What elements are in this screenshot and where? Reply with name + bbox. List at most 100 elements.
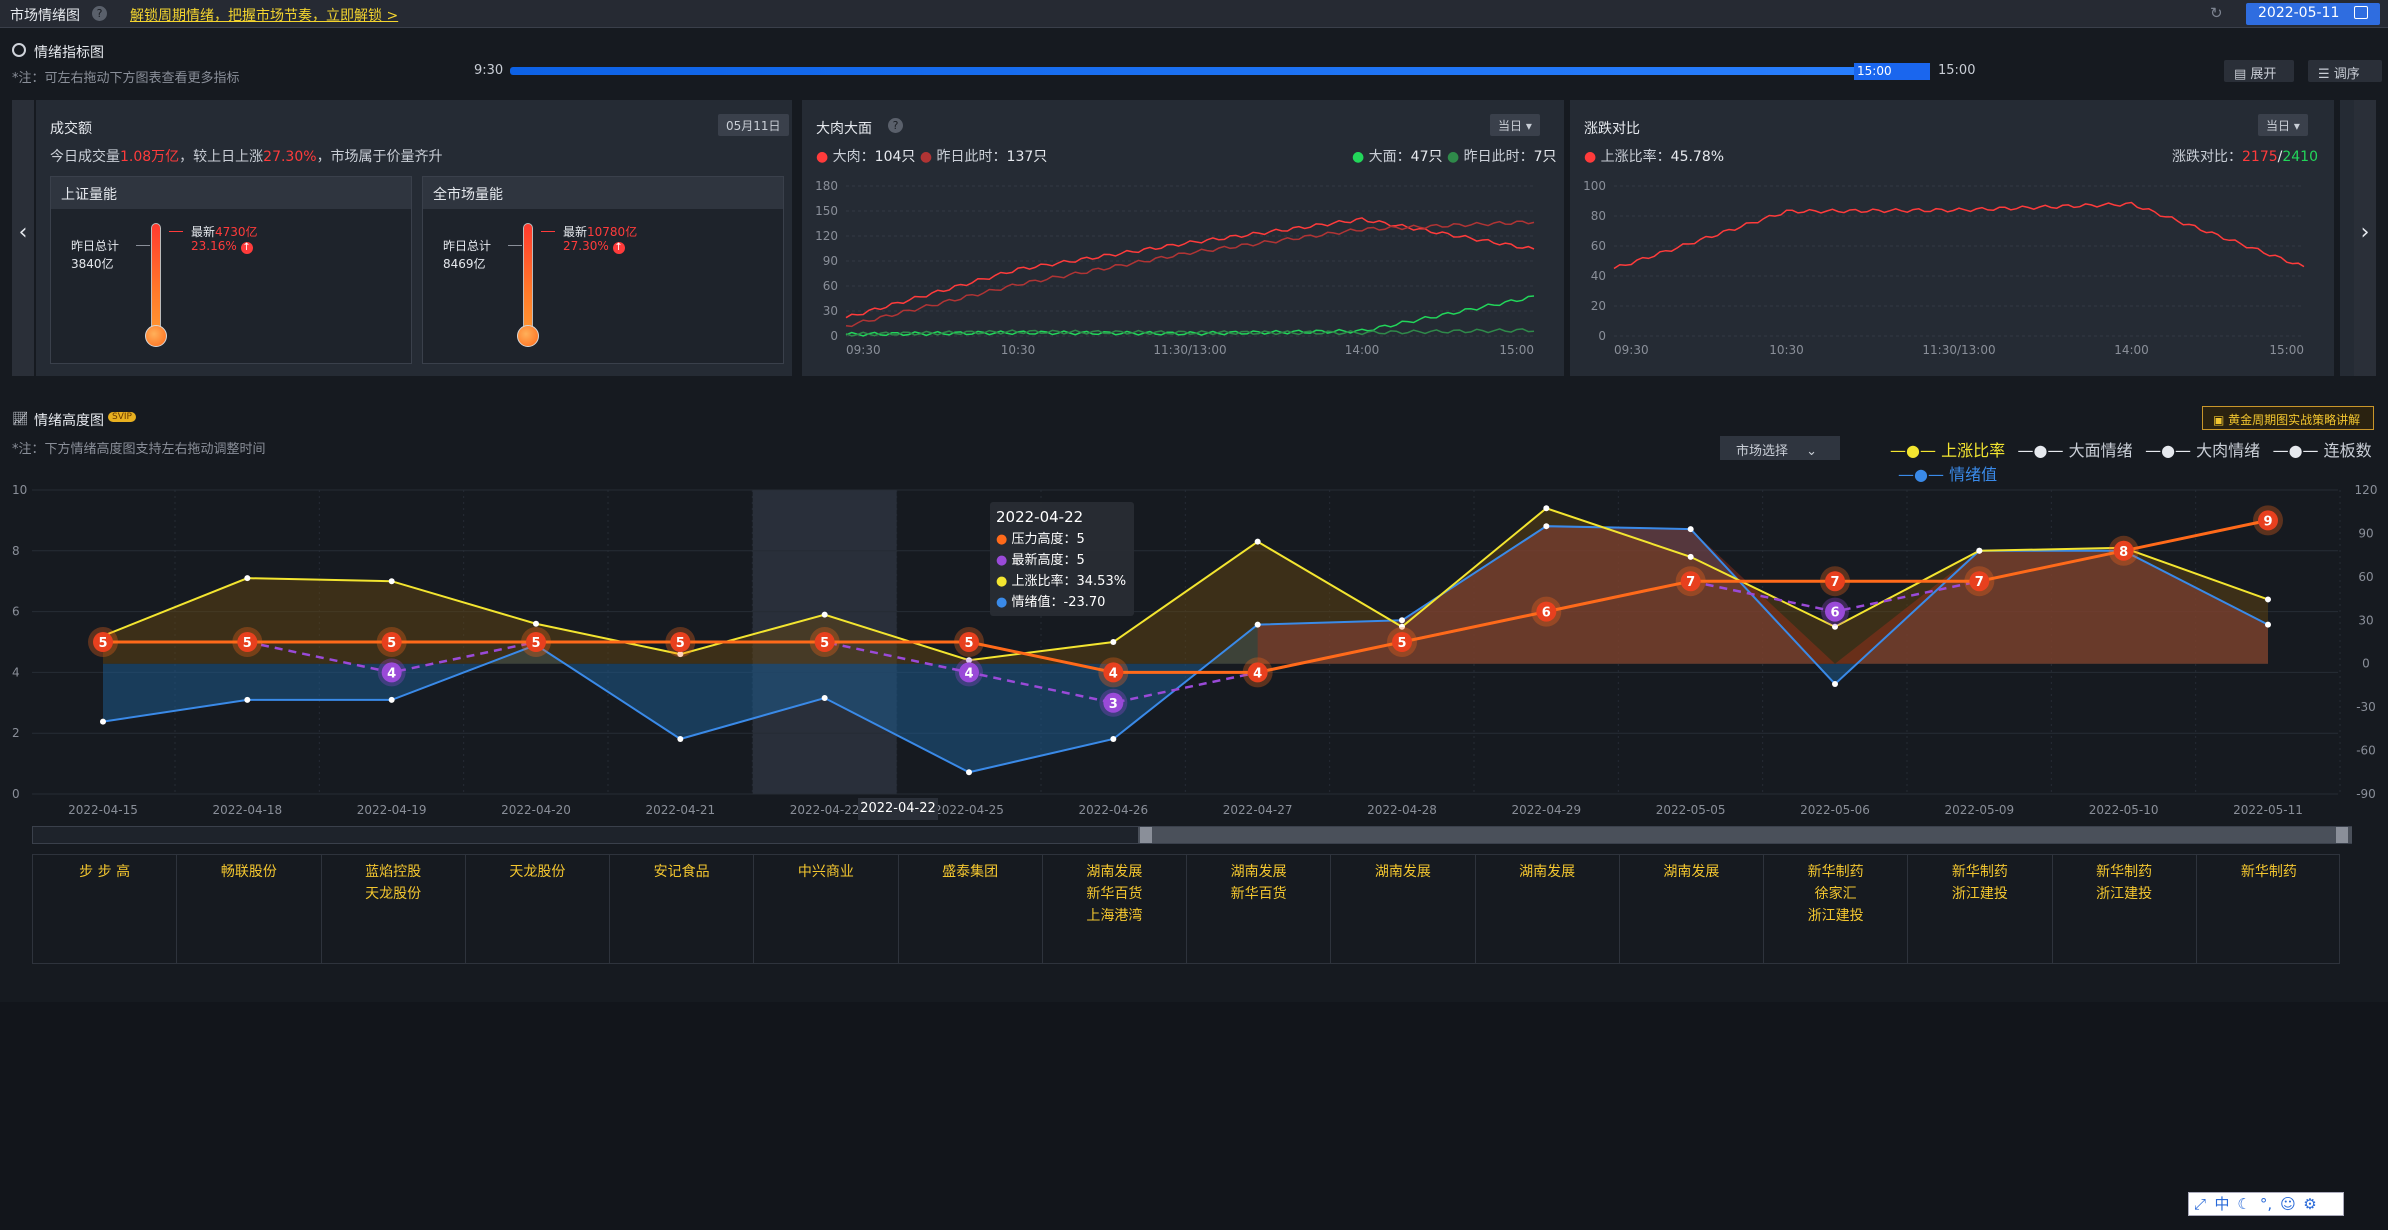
height-chart: 10 8 6 4 2 0 120 90 60 30 0 -30 -60 -90 2022-04-15 2022… [12, 483, 2377, 816]
stock-name[interactable]: 天龙股份 [322, 883, 465, 905]
stock-name[interactable]: 安记食品 [610, 861, 753, 883]
moon-icon[interactable]: ☾ [2233, 1193, 2255, 1215]
meat-prev-label: 昨日此时： [936, 149, 1007, 165]
stock-name[interactable]: 湖南发展 [1331, 861, 1474, 883]
tooltip-value: 5 [1076, 553, 1085, 568]
refresh-icon[interactable]: ↻ [2210, 4, 2223, 22]
stock-name[interactable]: 蓝焰控股 [322, 861, 465, 883]
hover-date-label: 2022-04-22 [858, 798, 938, 820]
y-tick-label: 80 [1591, 209, 1606, 223]
next-card-button[interactable]: › [2354, 100, 2376, 376]
stock-name[interactable]: 畅联股份 [177, 861, 320, 883]
tooltip-value: -23.70 [1063, 595, 1106, 610]
chart-line-icon: 📈︎ [12, 412, 29, 427]
x-tick-label: 11:30/13:00 [1922, 343, 1995, 357]
stock-name[interactable]: 新华百货 [1043, 883, 1186, 905]
stock-name[interactable]: 浙江建投 [2053, 883, 2196, 905]
help-icon[interactable]: ? [888, 118, 903, 133]
x-tick-label: 2022-04-15 [68, 803, 138, 816]
pressure-height-label: 5 [820, 636, 829, 651]
legend-big-meat[interactable]: —●— 大肉情绪 [2145, 441, 2260, 460]
timeline-scroll-window[interactable] [1138, 827, 2352, 843]
timeline-handle-right[interactable] [2336, 827, 2348, 843]
time-slider-track[interactable] [510, 67, 1930, 75]
stock-name[interactable]: 盛泰集团 [899, 861, 1042, 883]
timeline-handle-left[interactable] [1140, 827, 1152, 843]
punct-icon[interactable]: °, [2255, 1193, 2277, 1215]
pressure-height-label: 5 [676, 636, 685, 651]
x-tick-label: 10:30 [1001, 343, 1036, 357]
time-slider-handle[interactable]: 15:00 [1854, 63, 1930, 80]
market-select[interactable]: 市场选择 ⌄ [1720, 436, 1840, 460]
rise-fall-chart: 100 80 60 40 20 0 09:30 10:30 11:30/13:00 14:00 1… [1583, 179, 2305, 357]
settings-icon[interactable] [12, 43, 26, 57]
stock-name[interactable]: 新华制药 [1764, 861, 1907, 883]
y-right-tick: -60 [2356, 744, 2376, 758]
order-label: 调序 [2333, 67, 2360, 82]
pressure-height-label: 7 [1830, 575, 1839, 590]
stock-name[interactable]: 中兴商业 [754, 861, 897, 883]
up-arrow-icon: ↑ [240, 242, 253, 254]
sentiment-point [1399, 617, 1405, 624]
stock-name[interactable]: 湖南发展 [1043, 861, 1186, 883]
face-label: 大面： [1368, 149, 1411, 165]
ime-lang-icon[interactable]: 中 [2211, 1193, 2233, 1215]
stock-column: 新华制药 [2197, 855, 2341, 963]
rise-ratio-point [1254, 538, 1261, 545]
all-volume-panel: 全市场量能 昨日总计 8469亿 最新10780亿 27.30% ↑ [422, 176, 784, 364]
meat-face-range-select[interactable]: 当日 ▾ [1490, 114, 1540, 136]
slider-handle-label: 15:00 [1857, 64, 1892, 78]
strategy-label: 黄金周期图实战策略讲解 [2228, 413, 2361, 427]
stock-name[interactable]: 新华制药 [2197, 861, 2341, 883]
x-tick-label: 14:00 [2114, 343, 2149, 357]
legend-big-face[interactable]: —●— 大面情绪 [2018, 441, 2133, 460]
gear-icon[interactable]: ⚙ [2299, 1193, 2321, 1215]
sentiment-point [677, 735, 684, 742]
stock-name[interactable]: 新华百货 [1187, 883, 1330, 905]
x-tick-label: 2022-05-06 [1800, 803, 1870, 816]
next-card-peek [2340, 100, 2354, 376]
rise-ratio-point [1110, 639, 1117, 645]
meat-prev-value: 137只 [1006, 149, 1048, 165]
stock-name[interactable]: 新华制药 [1908, 861, 2051, 883]
stock-name[interactable]: 上海港湾 [1043, 905, 1186, 927]
expand-button[interactable]: ▤ 展开 [2224, 60, 2294, 82]
legend-streak[interactable]: —●— 连板数 [2273, 441, 2372, 460]
prev-card-button[interactable]: ‹ [12, 100, 34, 376]
stock-name[interactable]: 浙江建投 [1908, 883, 2051, 905]
rise-ratio-point [244, 575, 251, 582]
ime-switch-icon[interactable]: ⤢ [2189, 1193, 2211, 1215]
legend-label: 大面情绪 [2068, 441, 2133, 460]
stock-column: 湖南发展 [1331, 855, 1476, 963]
sentiment-point [1110, 735, 1117, 742]
stock-name[interactable]: 湖南发展 [1620, 861, 1763, 883]
up-count: 2175 [2242, 149, 2278, 165]
calendar-icon[interactable] [2354, 6, 2368, 19]
stock-name[interactable]: 新华制药 [2053, 861, 2196, 883]
all-thermometer-bulb [517, 325, 539, 347]
help-icon[interactable]: ? [92, 6, 107, 21]
legend-rise-ratio[interactable]: —●— 上涨比率 [1890, 441, 2005, 460]
height-areas [103, 508, 2268, 773]
rise-fall-range-select[interactable]: 当日 ▾ [2258, 114, 2308, 136]
stock-name[interactable]: 步 步 高 [33, 861, 176, 883]
y-right-tick: 90 [2358, 526, 2373, 540]
stock-name[interactable]: 湖南发展 [1476, 861, 1619, 883]
unlock-promo-link[interactable]: 解锁周期情绪，把握市场节奏，立即解锁 > [130, 5, 398, 25]
strategy-button[interactable]: ▣ 黄金周期图实战策略讲解 [2202, 406, 2374, 430]
stock-column: 安记食品 [610, 855, 755, 963]
tooltip-value: 5 [1076, 532, 1085, 547]
sh-prev-label: 昨日总计 [71, 239, 120, 253]
rise-ratio-point [533, 620, 539, 627]
y-left-tick: 8 [12, 544, 20, 558]
stock-name[interactable]: 徐家汇 [1764, 883, 1907, 905]
y-right-tick: -90 [2356, 787, 2376, 801]
stock-name[interactable]: 湖南发展 [1187, 861, 1330, 883]
user-icon[interactable]: ☺ [2277, 1193, 2299, 1215]
y-tick-label: 40 [1591, 269, 1606, 283]
order-button[interactable]: ☰ 调序 [2308, 60, 2382, 82]
svip-badge: SVIP [108, 412, 136, 422]
stock-name[interactable]: 浙江建投 [1764, 905, 1907, 927]
stock-column: 新华制药 浙江建投 [2053, 855, 2197, 963]
stock-name[interactable]: 天龙股份 [466, 861, 609, 883]
